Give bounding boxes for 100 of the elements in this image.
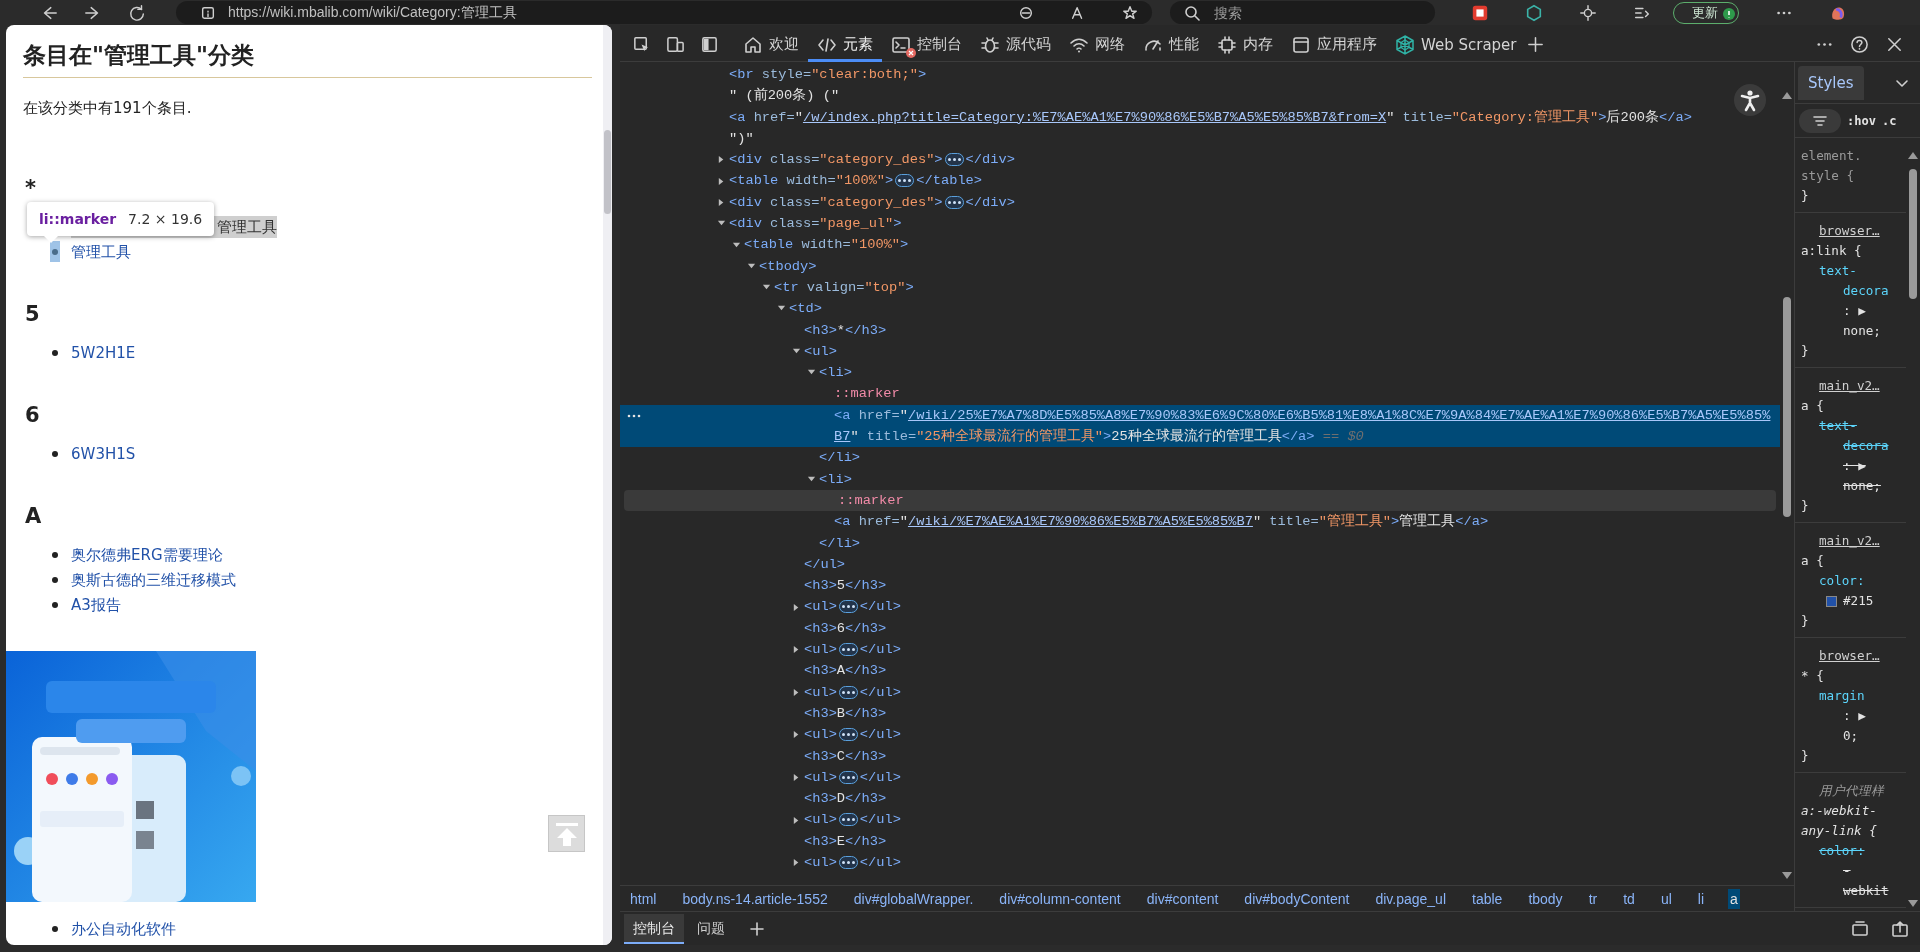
ellipsis-button[interactable] — [838, 685, 858, 699]
collapsed-arrow-icon[interactable] — [792, 815, 801, 825]
devtools-tab[interactable]: 网络 — [1060, 27, 1134, 62]
ellipsis-button[interactable] — [838, 600, 858, 614]
collapsed-arrow-icon[interactable] — [792, 602, 801, 612]
collapsed-arrow-icon[interactable] — [792, 645, 801, 655]
url-text: https://wiki.mbalib.com/wiki/Category:管理工具 — [228, 3, 517, 22]
add-tab-icon[interactable] — [748, 919, 766, 938]
collapsed-arrow-icon[interactable] — [717, 197, 726, 207]
expanded-arrow-icon[interactable] — [732, 240, 741, 250]
drawer-tab[interactable]: 问题 — [688, 913, 734, 944]
category-link[interactable]: 办公自动化软件 — [71, 917, 176, 940]
source-link[interactable]: main_v2… — [1819, 376, 1880, 396]
category-link[interactable]: A3报告 — [71, 593, 121, 616]
category-link[interactable]: 奥尔德弗ERG需要理论 — [71, 543, 223, 566]
selected-row[interactable]: <a href="/wiki/25%E7%A7%8D%E5%85%A8%E7%90%83%E6%9C%80%E6%B5%81%E8%A1%8C%E7%9A%84%E7%AE%A1%E7%90%86%E5%B7%A5%E5%85%B7" title="25种全球最流行的管理工具">25种全球最流行的管理工具</a> == $0 — [620, 404, 1780, 448]
gear-icon[interactable] — [1579, 3, 1597, 22]
tooltip-element-name: li::marker — [39, 211, 117, 227]
collapsed-arrow-icon[interactable] — [792, 730, 801, 740]
hovered-row[interactable]: ::marker — [624, 489, 1776, 512]
browser-essentials-icon[interactable] — [1018, 4, 1034, 21]
error-badge-icon — [906, 47, 916, 58]
filter-button[interactable] — [1799, 108, 1841, 133]
category-link[interactable]: 奥斯古德的三维迁移模式 — [71, 568, 236, 591]
add-tab-icon[interactable] — [1525, 35, 1545, 54]
source-link[interactable]: main_v2… — [1819, 531, 1880, 551]
devtools-tab[interactable]: 性能 — [1134, 27, 1208, 62]
ellipsis-button[interactable] — [838, 770, 858, 784]
breadcrumb[interactable]: tr — [1586, 888, 1600, 909]
category-link[interactable]: 6W3H1S — [71, 442, 136, 465]
hexagon-icon[interactable] — [1525, 3, 1543, 22]
ellipsis-button[interactable] — [944, 195, 964, 209]
star-icon[interactable] — [1122, 4, 1138, 21]
expanded-arrow-icon[interactable] — [792, 347, 801, 356]
collapsed-arrow-icon[interactable] — [717, 176, 726, 186]
collapsed-arrow-icon[interactable] — [717, 155, 726, 165]
code-line: <tbody> — [759, 257, 817, 276]
styles-tab[interactable]: Styles — [1798, 65, 1864, 100]
search-field[interactable]: 搜索 — [1170, 1, 1435, 24]
breadcrumb[interactable]: div.page_ul — [1373, 888, 1448, 909]
devtools-tab[interactable]: 控制台 — [882, 27, 971, 62]
color-swatch[interactable] — [1826, 595, 1837, 607]
code-line: </ul> — [859, 641, 901, 659]
breadcrumb[interactable]: div#column-content — [997, 888, 1123, 909]
breadcrumb[interactable]: tbody — [1526, 888, 1565, 909]
selector-text: a { — [1801, 397, 1824, 415]
collapsed-arrow-icon[interactable] — [792, 772, 801, 782]
code-line: <ul> — [804, 854, 837, 872]
breadcrumb[interactable]: table — [1470, 888, 1505, 909]
breadcrumb[interactable]: div#content — [1144, 888, 1221, 909]
ellipsis-button[interactable] — [838, 643, 858, 656]
ellipsis-button[interactable] — [838, 856, 858, 869]
devtools-tab[interactable]: 元素 — [808, 27, 882, 62]
category-link[interactable]: 管理工具 — [71, 240, 131, 263]
dock-icon[interactable] — [1850, 918, 1870, 939]
address-bar[interactable]: https://wiki.mbalib.com/wiki/Category:管理工具 — [176, 1, 1152, 24]
update-button[interactable]: 更新 — [1673, 1, 1739, 24]
collapsed-arrow-icon[interactable] — [792, 858, 801, 868]
undock-icon[interactable] — [1890, 918, 1910, 939]
property-value: none; — [1843, 477, 1881, 495]
toggle-button[interactable]: :hov — [1847, 113, 1876, 128]
breadcrumb[interactable]: ul — [1658, 888, 1674, 909]
info-icon[interactable] — [200, 4, 216, 21]
breadcrumb[interactable]: div#globalWrapper. — [851, 888, 976, 909]
device-icon[interactable] — [666, 35, 685, 54]
scrollbar[interactable] — [603, 25, 612, 945]
extension-icon[interactable] — [1471, 3, 1489, 22]
devtools-tab[interactable]: 应用程序 — [1282, 27, 1386, 62]
code-line: </div> — [965, 151, 1015, 170]
accessibility-icon[interactable] — [1734, 84, 1766, 116]
devtools-tab[interactable]: 源代码 — [971, 27, 1060, 62]
code-line: </li> — [819, 449, 861, 468]
devtools-tab[interactable]: Web Scraper — [1386, 27, 1526, 62]
source-link[interactable]: browser… — [1819, 646, 1880, 666]
breadcrumb[interactable]: div#bodyContent — [1242, 888, 1352, 909]
toggle-button[interactable]: .c — [1881, 113, 1897, 128]
breadcrumb[interactable]: a — [1728, 888, 1740, 909]
expanded-arrow-icon[interactable] — [807, 474, 816, 484]
inspect-icon[interactable] — [632, 35, 651, 54]
ellipsis-button[interactable] — [895, 174, 915, 188]
ellipsis-button[interactable] — [838, 728, 858, 742]
devtools-tab[interactable]: 欢迎 — [734, 27, 808, 62]
code-line: ::marker — [834, 385, 900, 404]
ellipsis-button[interactable] — [944, 153, 964, 167]
breadcrumb[interactable]: td — [1621, 888, 1637, 909]
breadcrumb[interactable]: body.ns-14.article-1552 — [680, 888, 830, 909]
category-link[interactable]: 5W2H1E — [71, 341, 136, 364]
collapsed-arrow-icon[interactable] — [792, 687, 801, 697]
ellipsis-button[interactable] — [838, 813, 858, 827]
help-icon[interactable] — [1850, 35, 1869, 54]
sidebar-icon[interactable] — [700, 35, 719, 54]
source-link[interactable]: browser… — [1819, 221, 1880, 241]
breadcrumb[interactable]: li — [1695, 888, 1706, 909]
brace-text: } — [1801, 612, 1809, 630]
expanded-arrow-icon[interactable] — [747, 261, 756, 271]
drawer-tab[interactable]: 控制台 — [624, 913, 684, 944]
refresh-icon[interactable] — [128, 3, 146, 22]
close-icon[interactable] — [1885, 35, 1904, 54]
breadcrumb[interactable]: html — [628, 888, 659, 909]
devtools-tab[interactable]: 内存 — [1208, 27, 1282, 62]
